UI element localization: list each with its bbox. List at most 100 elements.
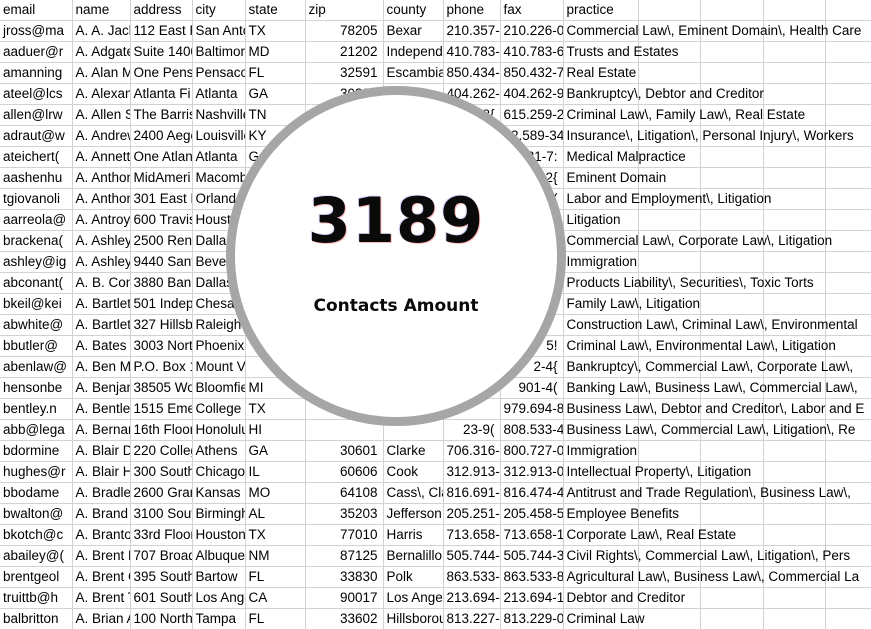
cell-name[interactable]: A. Bentley	[72, 398, 131, 420]
cell-practice[interactable]: Bankruptcy\, Debtor and Creditor	[563, 83, 764, 105]
cell-email[interactable]: bdormine	[0, 440, 73, 462]
cell-extra13[interactable]	[825, 272, 871, 294]
cell-extra11[interactable]	[700, 251, 764, 273]
column-header-fax[interactable]: fax	[500, 0, 564, 21]
cell-name[interactable]: A. Bartlett	[72, 314, 131, 336]
cell-extra10[interactable]	[638, 251, 701, 273]
cell-address[interactable]: The Barris	[130, 104, 193, 126]
cell-name[interactable]: A. Brantor	[72, 524, 131, 546]
cell-address[interactable]: 3880 Bank	[130, 272, 193, 294]
cell-extra12[interactable]	[763, 209, 826, 231]
cell-name[interactable]: A. Brent T	[72, 587, 131, 609]
cell-email[interactable]: tgiovanoli	[0, 188, 73, 210]
cell-extra11[interactable]	[700, 587, 764, 609]
column-header-name[interactable]: name	[72, 0, 131, 21]
cell-fax[interactable]: 205.458-5:	[500, 503, 564, 525]
cell-county[interactable]: Bexar	[383, 20, 444, 42]
cell-state[interactable]: TX	[245, 398, 306, 420]
cell-practice[interactable]: Insurance\, Litigation\, Personal Injury…	[563, 125, 854, 147]
cell-state[interactable]: NM	[245, 545, 306, 567]
cell-fax[interactable]: 850.432-7:	[500, 62, 564, 84]
cell-phone[interactable]: 505.744-3{	[443, 545, 501, 567]
cell-extra13[interactable]	[825, 524, 871, 546]
cell-county[interactable]: Escambia	[383, 62, 444, 84]
cell-address[interactable]: 327 Hillsb	[130, 314, 193, 336]
cell-extra12[interactable]	[763, 503, 826, 525]
cell-zip[interactable]: 90017	[305, 587, 384, 609]
cell-extra11[interactable]	[700, 209, 764, 231]
cell-phone[interactable]: 813.227-8:	[443, 608, 501, 629]
cell-phone[interactable]: 210.357-9:	[443, 20, 501, 42]
cell-email[interactable]: amanning	[0, 62, 73, 84]
cell-fax[interactable]: 863.533-8!	[500, 566, 564, 588]
cell-phone[interactable]: 23-9(	[443, 419, 501, 441]
cell-extra13[interactable]	[825, 293, 871, 315]
cell-email[interactable]: ateel@lcs	[0, 83, 73, 105]
cell-zip[interactable]: 87125	[305, 545, 384, 567]
cell-name[interactable]: A. Alexan	[72, 83, 131, 105]
cell-email[interactable]: truittb@h	[0, 587, 73, 609]
cell-county[interactable]: Los Angel	[383, 587, 444, 609]
cell-address[interactable]: 9440 Sant	[130, 251, 193, 273]
cell-extra12[interactable]	[763, 524, 826, 546]
cell-extra13[interactable]	[825, 104, 871, 126]
cell-city[interactable]: Tampa	[192, 608, 246, 629]
cell-county[interactable]: Cass\, Cla	[383, 482, 444, 504]
cell-address[interactable]: 100 North	[130, 608, 193, 629]
cell-fax[interactable]: 213.694-1:	[500, 587, 564, 609]
cell-name[interactable]: A. Benjam	[72, 377, 131, 399]
cell-extra13[interactable]	[825, 440, 871, 462]
cell-extra13[interactable]	[825, 188, 871, 210]
cell-name[interactable]: A. Alan M	[72, 62, 131, 84]
cell-extra13[interactable]	[825, 83, 871, 105]
cell-extra12[interactable]	[763, 62, 826, 84]
cell-fax[interactable]: 979.694-8(	[500, 398, 564, 420]
cell-fax[interactable]: 713.658-1!	[500, 524, 564, 546]
cell-name[interactable]: A. Brian A	[72, 608, 131, 629]
cell-county[interactable]: Jefferson	[383, 503, 444, 525]
cell-name[interactable]: A. Blair Dc	[72, 440, 131, 462]
cell-fax[interactable]: 410.783-6:	[500, 41, 564, 63]
cell-address[interactable]: P.O. Box 1	[130, 356, 193, 378]
cell-extra10[interactable]	[638, 608, 701, 629]
cell-zip[interactable]: 78205	[305, 20, 384, 42]
cell-address[interactable]: 2500 Rena	[130, 230, 193, 252]
cell-email[interactable]: bkeil@kei	[0, 293, 73, 315]
cell-zip[interactable]: 32591	[305, 62, 384, 84]
cell-practice[interactable]: Commercial Law\, Corporate Law\, Litigat…	[563, 230, 832, 252]
cell-extra13[interactable]	[825, 251, 871, 273]
cell-city[interactable]: Atlanta	[192, 83, 246, 105]
cell-phone[interactable]: 816.691-2(	[443, 482, 501, 504]
cell-extra13[interactable]	[825, 587, 871, 609]
cell-practice[interactable]: Real Estate	[563, 62, 639, 84]
cell-address[interactable]: 1515 Emer	[130, 398, 193, 420]
cell-zip[interactable]: 60606	[305, 461, 384, 483]
cell-name[interactable]: A. Adgate	[72, 41, 131, 63]
cell-county[interactable]: Hillsborou	[383, 608, 444, 629]
cell-state[interactable]: FL	[245, 608, 306, 629]
cell-email[interactable]: bentley.n	[0, 398, 73, 420]
cell-phone[interactable]: 312.913-0(	[443, 461, 501, 483]
cell-fax[interactable]: 312.913-0(	[500, 461, 564, 483]
cell-zip[interactable]: 33830	[305, 566, 384, 588]
cell-email[interactable]: ateichert(	[0, 146, 73, 168]
cell-practice[interactable]: Medical Malpractice	[563, 146, 686, 168]
cell-practice[interactable]: Immigration	[563, 440, 639, 462]
cell-city[interactable]: Honolulu	[192, 419, 246, 441]
cell-practice[interactable]: Immigration	[563, 251, 639, 273]
cell-name[interactable]: A. Brand V	[72, 503, 131, 525]
cell-name[interactable]: A. Bates B	[72, 335, 131, 357]
cell-email[interactable]: aaduer@r	[0, 41, 73, 63]
cell-email[interactable]: abb@lega	[0, 419, 73, 441]
cell-address[interactable]: 301 East P	[130, 188, 193, 210]
cell-name[interactable]: A. Ashley	[72, 230, 131, 252]
column-header-empty-11[interactable]	[700, 0, 764, 21]
cell-practice[interactable]: Corporate Law\, Real Estate	[563, 524, 736, 546]
cell-address[interactable]: 38505 Wo	[130, 377, 193, 399]
cell-state[interactable]: FL	[245, 62, 306, 84]
cell-address[interactable]: 501 Indep	[130, 293, 193, 315]
cell-practice[interactable]: Business Law\, Debtor and Creditor\, Lab…	[563, 398, 864, 420]
cell-email[interactable]: adraut@w	[0, 125, 73, 147]
cell-name[interactable]: A. Andrew	[72, 125, 131, 147]
cell-extra10[interactable]	[638, 62, 701, 84]
